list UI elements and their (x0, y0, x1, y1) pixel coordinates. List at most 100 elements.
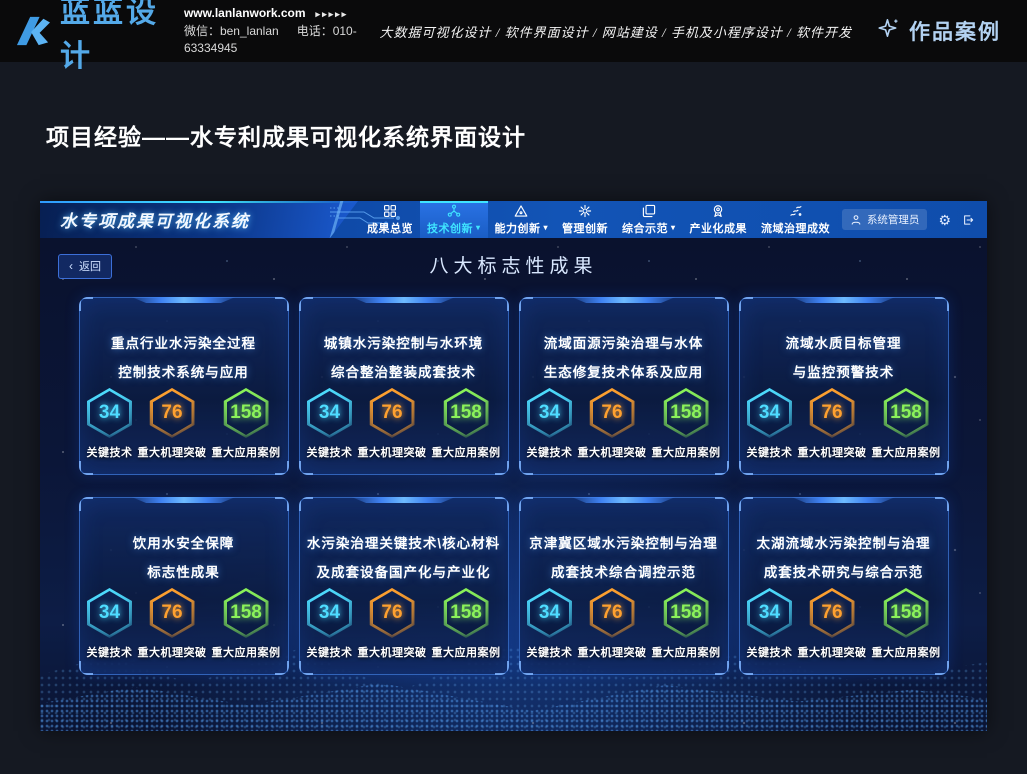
stat: 158 重大应用案例 (652, 588, 721, 660)
portfolio-link[interactable]: 作品案例 (876, 16, 1001, 46)
card-stats: 34 关键技术 76 重大机理突破 158 重大应用案例 (80, 588, 288, 660)
app-body: ‹ 返回 八大标志性成果 重点行业水污染全过程 控制技术系统与应用 34 关键技… (40, 238, 987, 731)
hexagon-badge: 76 (370, 588, 415, 638)
brand-logo[interactable]: 蓝蓝设计 (14, 0, 168, 75)
stat: 158 重大应用案例 (872, 388, 941, 460)
card-title: 太湖流域水污染控制与治理 成套技术研究与综合示范 (740, 529, 948, 587)
hexagon-badge: 34 (307, 588, 352, 638)
user-name: 系统管理员 (867, 212, 920, 227)
hexagon-badge: 158 (664, 388, 709, 438)
achievement-card[interactable]: 流域水质目标管理 与监控预警技术 34 关键技术 76 重大机理突破 158 重… (739, 297, 949, 475)
app-title: 水专项成果可视化系统 (60, 207, 250, 232)
website-link[interactable]: www.lanlanwork.com (184, 6, 306, 20)
stat-label: 重大应用案例 (432, 644, 501, 660)
card-title: 饮用水安全保障 标志性成果 (80, 529, 288, 587)
nav-item-label: 产业化成果 (690, 220, 748, 236)
achievement-card[interactable]: 水污染治理关键技术\核心材料 及成套设备国产化与产业化 34 关键技术 76 重… (299, 497, 509, 675)
triangle-icon (514, 204, 528, 218)
hexagon-badge: 34 (307, 388, 352, 438)
app-header: 水专项成果可视化系统 成果总览 技术创新▾ 能力创新▾ 管理创新 综合示范▾ 产… (40, 201, 987, 238)
stat-label: 关键技术 (527, 644, 573, 660)
nav-item-2[interactable]: 技术创新▾ (420, 201, 488, 238)
stat-value: 76 (821, 602, 842, 624)
stat-value: 158 (230, 402, 262, 424)
achievement-card[interactable]: 京津冀区域水污染控制与治理 成套技术综合调控示范 34 关键技术 76 重大机理… (519, 497, 729, 675)
hexagon-badge: 34 (87, 588, 132, 638)
card-stats: 34 关键技术 76 重大机理突破 158 重大应用案例 (520, 388, 728, 460)
nav-item-label: 管理创新 (562, 220, 608, 236)
page-title: 项目经验——水专利成果可视化系统界面设计 (46, 118, 1027, 152)
stat: 158 重大应用案例 (432, 588, 501, 660)
nav-item-3[interactable]: 能力创新▾ (488, 201, 556, 238)
stat-value: 76 (601, 602, 622, 624)
stat-label: 重大机理突破 (578, 444, 647, 460)
achievement-card[interactable]: 饮用水安全保障 标志性成果 34 关键技术 76 重大机理突破 158 重大应用… (79, 497, 289, 675)
stat-value: 158 (230, 602, 262, 624)
user-chip[interactable]: 系统管理员 (842, 209, 928, 230)
app-screenshot: 水专项成果可视化系统 成果总览 技术创新▾ 能力创新▾ 管理创新 综合示范▾ 产… (40, 201, 987, 731)
achievement-card[interactable]: 城镇水污染控制与水环境 综合整治整装成套技术 34 关键技术 76 重大机理突破… (299, 297, 509, 475)
stat-label: 重大应用案例 (212, 644, 281, 660)
hexagon-badge: 76 (370, 388, 415, 438)
gear-flower-icon (578, 204, 592, 218)
nav-item-label: 技术创新 (427, 220, 473, 236)
stat: 76 重大机理突破 (138, 588, 207, 660)
services-nav[interactable]: 大数据可视化设计 / 软件界面设计 / 网站建设 / 手机及小程序设计 / 软件… (380, 22, 852, 41)
stat-value: 158 (670, 602, 702, 624)
stat: 34 关键技术 (87, 388, 133, 460)
stat-label: 关键技术 (747, 644, 793, 660)
stat-label: 重大机理突破 (578, 644, 647, 660)
hexagon-badge: 76 (590, 588, 635, 638)
hexagon-badge: 158 (224, 588, 269, 638)
nav-item-6[interactable]: 产业化成果 (683, 201, 755, 238)
stat: 34 关键技术 (747, 588, 793, 660)
card-title: 城镇水污染控制与水环境 综合整治整装成套技术 (300, 329, 508, 387)
dropdown-caret-icon: ▾ (544, 223, 549, 232)
nav-item-label: 成果总览 (367, 220, 413, 236)
stat-label: 关键技术 (87, 444, 133, 460)
wave-icon (789, 204, 803, 218)
stat-value: 158 (670, 402, 702, 424)
stat-label: 重大应用案例 (212, 444, 281, 460)
grid-icon (383, 204, 397, 218)
logout-icon[interactable] (962, 214, 974, 226)
contact-block: www.lanlanwork.com▸▸▸▸▸ 微信：ben_lanlan电话：… (184, 5, 380, 57)
stat-value: 158 (450, 402, 482, 424)
stat-label: 关键技术 (527, 444, 573, 460)
stat-label: 重大机理突破 (138, 444, 207, 460)
hexagon-badge: 34 (747, 588, 792, 638)
card-title: 京津冀区域水污染控制与治理 成套技术综合调控示范 (520, 529, 728, 587)
stat-value: 34 (759, 402, 780, 424)
stat-value: 34 (99, 602, 120, 624)
stat: 76 重大机理突破 (578, 388, 647, 460)
stat-value: 158 (450, 602, 482, 624)
stat-label: 重大机理突破 (358, 444, 427, 460)
achievement-card[interactable]: 流域面源污染治理与水体 生态修复技术体系及应用 34 关键技术 76 重大机理突… (519, 297, 729, 475)
achievement-card[interactable]: 重点行业水污染全过程 控制技术系统与应用 34 关键技术 76 重大机理突破 1… (79, 297, 289, 475)
app-title-banner: 水专项成果可视化系统 (40, 201, 358, 238)
card-stats: 34 关键技术 76 重大机理突破 158 重大应用案例 (300, 388, 508, 460)
dropdown-caret-icon: ▾ (671, 223, 676, 232)
stat-label: 重大应用案例 (652, 444, 721, 460)
achievement-card[interactable]: 太湖流域水污染控制与治理 成套技术研究与综合示范 34 关键技术 76 重大机理… (739, 497, 949, 675)
lanlan-logo-icon (14, 14, 52, 48)
gear-icon[interactable]: ⚙ (938, 213, 951, 227)
card-title: 水污染治理关键技术\核心材料 及成套设备国产化与产业化 (300, 529, 508, 587)
user-area: 系统管理员 ⚙ (842, 201, 987, 238)
brand-name: 蓝蓝设计 (60, 0, 168, 75)
hexagon-badge: 158 (884, 388, 929, 438)
nav-item-1[interactable]: 成果总览 (360, 201, 420, 238)
nav-item-5[interactable]: 综合示范▾ (615, 201, 683, 238)
stat: 34 关键技术 (527, 388, 573, 460)
stat-label: 关键技术 (307, 644, 353, 660)
achievement-cards-grid: 重点行业水污染全过程 控制技术系统与应用 34 关键技术 76 重大机理突破 1… (40, 297, 987, 675)
card-title: 重点行业水污染全过程 控制技术系统与应用 (80, 329, 288, 387)
nav-item-4[interactable]: 管理创新 (555, 201, 615, 238)
stat: 76 重大机理突破 (578, 588, 647, 660)
stat-label: 关键技术 (747, 444, 793, 460)
stat-value: 158 (890, 402, 922, 424)
nav-item-7[interactable]: 流域治理成效 (754, 201, 837, 238)
hexagon-badge: 158 (664, 588, 709, 638)
hexagon-badge: 34 (527, 588, 572, 638)
stat-value: 76 (381, 402, 402, 424)
